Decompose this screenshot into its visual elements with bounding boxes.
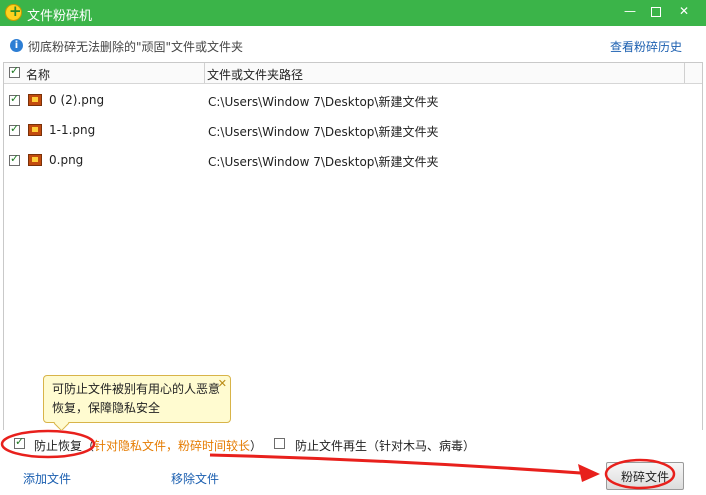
annotation-circle-option — [0, 429, 96, 459]
annotation-arrow-line — [209, 453, 596, 476]
annotation-overlay — [0, 429, 676, 490]
annotation-circle-button — [604, 458, 676, 490]
annotation-arrow-head — [578, 464, 600, 482]
